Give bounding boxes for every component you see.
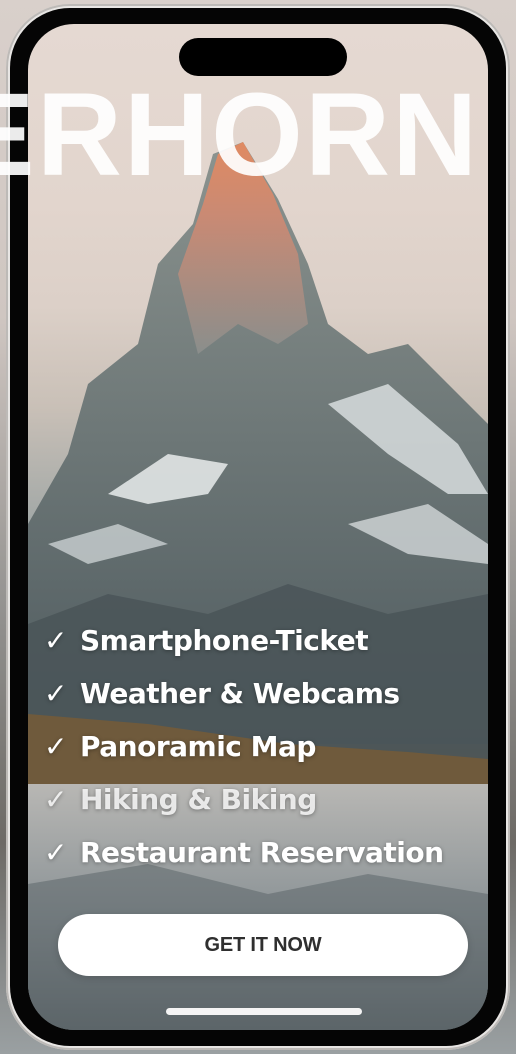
feature-item-panoramic-map: ✓ Panoramic Map — [44, 720, 444, 773]
get-it-now-button[interactable]: GET IT NOW — [58, 914, 468, 976]
feature-list: ✓ Smartphone-Ticket ✓ Weather & Webcams … — [44, 614, 444, 879]
feature-label: Weather & Webcams — [80, 677, 400, 710]
check-icon: ✓ — [44, 783, 67, 816]
hero-title: ERHORN — [0, 69, 480, 201]
check-icon: ✓ — [44, 730, 67, 763]
feature-label: Hiking & Biking — [80, 783, 317, 816]
feature-label: Panoramic Map — [80, 730, 316, 763]
feature-item-weather-webcams: ✓ Weather & Webcams — [44, 667, 444, 720]
feature-item-smartphone-ticket: ✓ Smartphone-Ticket — [44, 614, 444, 667]
check-icon: ✓ — [44, 836, 67, 869]
promo-stage: ERHORN ✓ Smartphone-Ticket ✓ Weather & W… — [0, 0, 516, 1054]
check-icon: ✓ — [44, 677, 67, 710]
feature-item-restaurant-reservation: ✓ Restaurant Reservation — [44, 826, 444, 879]
feature-label: Smartphone-Ticket — [80, 624, 369, 657]
check-icon: ✓ — [44, 624, 67, 657]
feature-label: Restaurant Reservation — [80, 836, 444, 869]
feature-item-hiking-biking: ✓ Hiking & Biking — [44, 773, 444, 826]
dynamic-island — [179, 38, 347, 76]
home-indicator[interactable] — [166, 1008, 362, 1015]
